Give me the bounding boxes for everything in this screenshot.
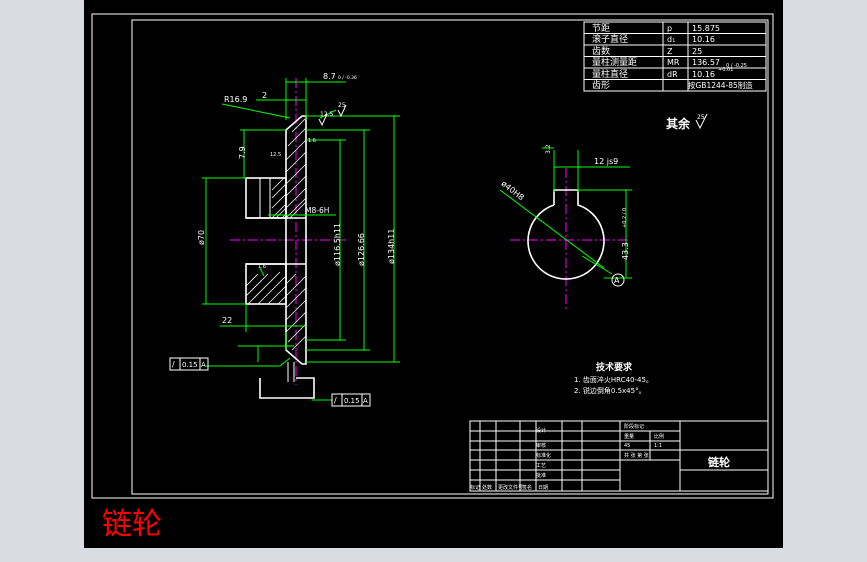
dim-dia-3: ø134h11 (387, 229, 396, 264)
tb-stage-mark: 阶段标记 (624, 423, 644, 430)
tech-item-0: 1. 齿面淬火HRC40-45。 (574, 375, 653, 384)
param-label-3: 量柱测量距 (592, 56, 637, 68)
param-value-1: 10.16 (692, 35, 715, 44)
tb-sections: 处数 (482, 484, 492, 491)
tolerance-frame-1: / 0.15 A (169, 357, 209, 371)
hub-lower (245, 263, 287, 305)
dim-roughness-lower: 1.6 (258, 264, 266, 270)
surface-note-roughness: 25 (697, 114, 705, 121)
tb-weight: 重量 (624, 433, 634, 440)
param-label-2: 齿数 (592, 45, 610, 57)
param-symbol-0: p (667, 24, 672, 33)
param-label-1: 滚子直径 (592, 33, 628, 45)
dim-dia-2: ø126.66 (357, 233, 366, 266)
title-block: 设计 审核 标准化 工艺 批准 标记 处数 更改文件号 签名 日期 阶段标记 重… (469, 420, 769, 492)
dim-roughness-hub: 1.6 (308, 138, 316, 144)
param-value-3: 136.57 (692, 58, 720, 67)
dim-hub-len: 22 (222, 316, 232, 325)
tb-revision: 更改文件号 (498, 484, 523, 491)
param-label-4: 量柱直径 (592, 68, 628, 80)
dim-hub-height: 7.9 (238, 146, 247, 159)
hub-upper (245, 177, 287, 219)
dim-face-width-tol: 0 / -0.36 (338, 75, 357, 81)
tolerance-frame-2: / 0.15 A (331, 393, 371, 407)
outer-border (91, 13, 774, 499)
dim-roughness-bore: 12.5 (270, 152, 281, 158)
tb-marking: 标记 (470, 484, 480, 491)
tb-scale: 比例 (654, 433, 664, 440)
param-symbol-2: Z (667, 47, 673, 56)
dim-bore-dia: ø40H8 (499, 179, 525, 202)
param-symbol-4: dR (667, 70, 678, 79)
dim-keyway-depth-tol: +0.2 / 0 (622, 208, 628, 228)
tb-approve: 批准 (536, 472, 546, 479)
param-symbol-1: d₁ (667, 35, 675, 44)
tol2-datum: A (363, 397, 368, 405)
param-label-5: 齿形 (592, 79, 610, 91)
param-value-5: 按GB1244-85制造 (688, 80, 753, 90)
cad-drawing: 节距 p 15.875 滚子直径 d₁ 10.16 齿数 Z 25 量柱测量距 … (91, 13, 774, 542)
tol2-symbol: / (334, 396, 337, 405)
drawing-viewport[interactable]: 节距 p 15.875 滚子直径 d₁ 10.16 齿数 Z 25 量柱测量距 … (84, 0, 783, 548)
tb-material: 45 (624, 443, 630, 449)
dim-radius: R16.9 (224, 95, 247, 104)
dim-dia-1: ø116.5h11 (333, 223, 342, 266)
surface-note: 其余 25 (666, 113, 708, 131)
hatch-lower (245, 271, 307, 351)
dim-hub-dia: ø70 (197, 230, 206, 245)
tb-scale-value: 1:1 (654, 443, 662, 449)
tech-requirements: 技术要求 1. 齿面淬火HRC40-45。 2. 锐边倒角0.5x45°。 (574, 361, 653, 395)
tol1-symbol: / (172, 360, 175, 369)
surface-note-text: 其余 (666, 116, 691, 131)
tb-process: 工艺 (536, 463, 546, 469)
tol1-datum: A (201, 361, 206, 369)
tb-design: 设计 (536, 427, 546, 434)
tb-date: 日期 (538, 485, 548, 491)
tech-item-1: 2. 锐边倒角0.5x45°。 (574, 386, 646, 395)
param-value-4: 10.16 (692, 70, 715, 79)
param-symbol-3: MR (667, 58, 680, 67)
dim-face-width: 8.7 (323, 72, 336, 81)
tb-signature: 签名 (522, 484, 532, 491)
params-table: 节距 p 15.875 滚子直径 d₁ 10.16 齿数 Z 25 量柱测量距 … (583, 21, 767, 92)
datum-base (259, 377, 315, 399)
tol1-value: 0.15 (182, 361, 198, 369)
dim-chamfer: 2 (262, 91, 267, 100)
dim-keyway-depth: 43.3 (621, 242, 630, 260)
big-title: 链轮 (102, 507, 162, 542)
dim-keyway-rough: 3.2 (545, 144, 552, 154)
dim-thread: M8-6H (305, 206, 329, 215)
datum-a-label: A (614, 276, 620, 285)
dim-keyway-width: 12 js9 (594, 157, 618, 166)
param-value-0: 15.875 (692, 24, 720, 33)
tech-title: 技术要求 (596, 361, 633, 373)
tol2-value: 0.15 (344, 397, 360, 405)
section-view: 8.7 0 / -0.36 R16.9 2 25 12.5 1.6 12.5 7… (169, 72, 400, 407)
bore-view: 12 js9 3.2 ø40H8 43.3 +0.2 / 0 A (499, 144, 632, 312)
param-value-2: 25 (692, 47, 702, 56)
tb-check: 审核 (536, 442, 546, 449)
tb-sheet: 共 张 第 张 (624, 452, 649, 459)
param-label-0: 节距 (592, 23, 610, 34)
tb-part-name: 链轮 (708, 455, 730, 469)
param-tol-4: +0.01 (718, 67, 733, 73)
tb-standard: 标准化 (536, 452, 551, 459)
